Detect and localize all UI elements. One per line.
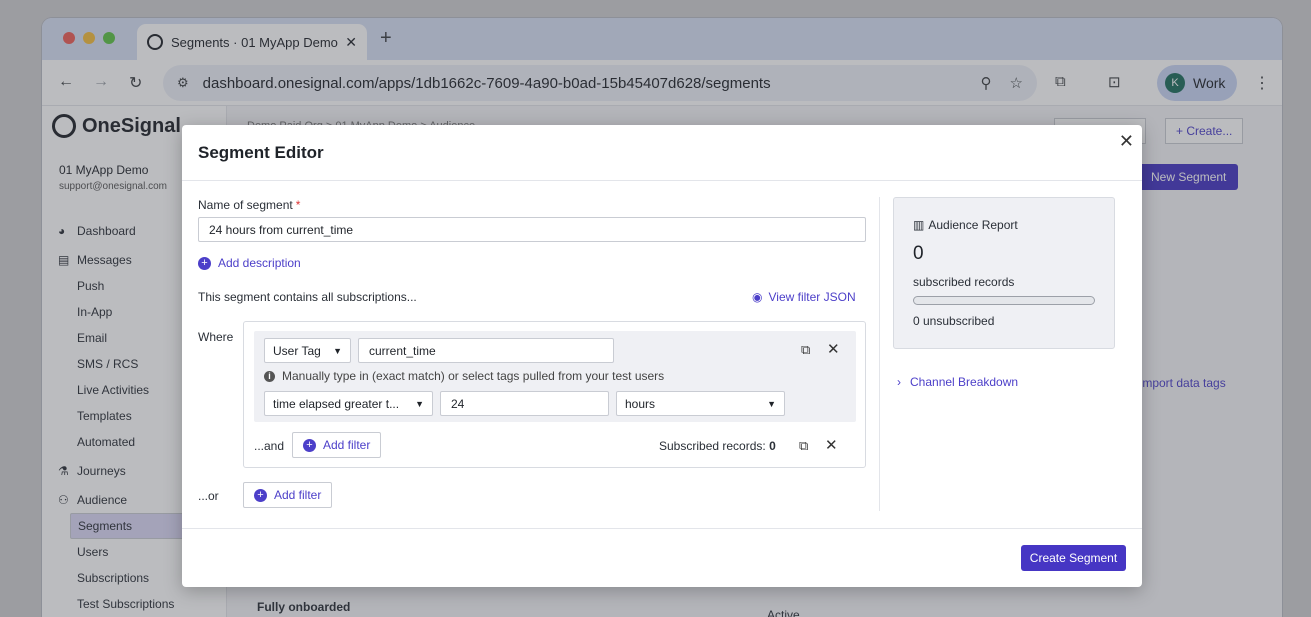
plus-circle-icon: + [254,488,267,502]
subscribed-records-label: Subscribed records: [659,439,766,453]
view-filter-json-link[interactable]: ◉ View filter JSON [752,290,856,304]
audience-count: 0 [913,243,924,264]
channel-breakdown-label: Channel Breakdown [910,375,1019,389]
filter-type-select[interactable]: User Tag ▼ [264,338,351,363]
caret-down-icon: ▼ [333,345,342,356]
add-or-filter-button[interactable]: + Add filter [243,482,333,508]
info-icon: i [264,370,275,382]
caret-down-icon: ▼ [767,398,776,409]
duplicate-filter-icon[interactable]: ⧉ [801,342,810,358]
segment-name-label: Name of segment * [198,198,300,212]
close-dialog-icon[interactable]: ✕ [1119,131,1134,152]
filter-type-value: User Tag [273,343,321,358]
duplicate-group-icon[interactable]: ⧉ [799,438,808,454]
unit-select[interactable]: hours ▼ [616,391,785,416]
add-description-label: Add description [218,256,301,270]
segment-name-label-text: Name of segment [198,198,293,212]
audience-report-title: ▥ Audience Report [913,218,1018,232]
operator-value: time elapsed greater t... [273,396,400,411]
footer-divider [182,528,1142,529]
and-label: ...and [254,439,285,453]
amount-input[interactable]: 24 [440,391,609,416]
chevron-right-icon: › [897,375,901,389]
view-json-label: View filter JSON [768,290,856,304]
audience-unsubscribed: 0 unsubscribed [913,314,995,328]
where-label: Where [198,330,234,344]
unit-value: hours [625,396,656,411]
segment-summary-text: This segment contains all subscriptions.… [198,290,417,304]
add-description-button[interactable]: + Add description [198,256,301,270]
or-label: ...or [198,489,219,503]
audience-report-label: Audience Report [928,218,1018,232]
remove-filter-icon[interactable]: ✕ [827,340,840,358]
create-segment-button[interactable]: Create Segment [1021,545,1126,571]
audience-subscribed-label: subscribed records [913,275,1015,289]
audience-report-card: ▥ Audience Report 0 subscribed records 0… [893,197,1115,349]
tag-key-input[interactable]: current_time [358,338,614,363]
segment-name-input[interactable]: 24 hours from current_time [198,217,866,242]
add-and-filter-button[interactable]: + Add filter [292,432,382,458]
plus-circle-icon: + [198,256,211,270]
remove-group-icon[interactable]: ✕ [825,436,838,454]
tag-hint-text: Manually type in (exact match) or select… [282,369,665,383]
dialog-title: Segment Editor [182,125,1142,181]
eye-icon: ◉ [752,290,763,304]
tag-hint: i Manually type in (exact match) or sele… [264,369,664,383]
caret-down-icon: ▼ [415,398,424,409]
segment-editor-dialog: Segment Editor ✕ Name of segment * 24 hou… [182,125,1142,587]
audience-progress-bar [913,296,1095,305]
bar-chart-icon: ▥ [913,218,925,232]
channel-breakdown-toggle[interactable]: › Channel Breakdown [897,375,1018,389]
filter-row: User Tag ▼ current_time ⧉ ✕ i Manually ty… [254,331,856,422]
operator-select[interactable]: time elapsed greater t... ▼ [264,391,433,416]
required-mark: * [295,198,301,212]
filter-group: User Tag ▼ current_time ⧉ ✕ i Manually ty… [243,321,866,468]
divider [879,197,880,511]
subscribed-records-count: 0 [769,439,776,453]
add-filter-label: Add filter [323,438,371,452]
plus-circle-icon: + [303,438,316,452]
group-subscribed-records: Subscribed records: 0 [659,439,776,453]
add-filter-label: Add filter [274,488,322,502]
